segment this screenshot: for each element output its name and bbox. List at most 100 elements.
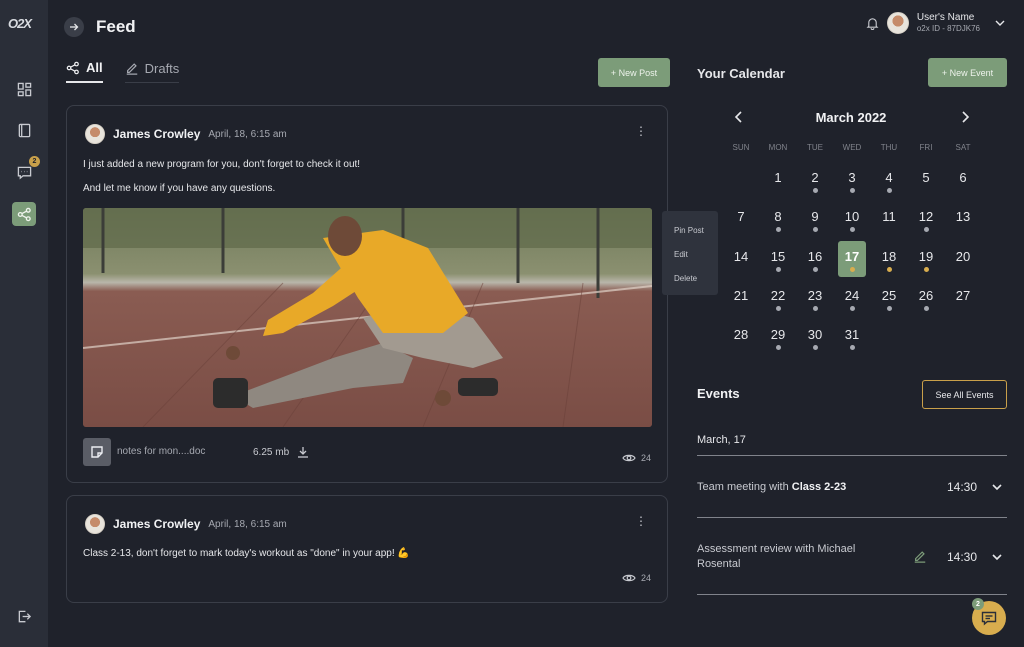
edit-event-icon[interactable] xyxy=(913,549,927,563)
bell-icon[interactable] xyxy=(866,17,879,30)
new-post-button[interactable]: + New Post xyxy=(598,58,670,87)
feed-tabs: All Drafts xyxy=(66,60,180,83)
document-icon[interactable] xyxy=(83,438,111,466)
calendar-day[interactable]: 18 xyxy=(872,243,906,277)
weekday-label: SUN xyxy=(732,143,750,152)
next-month-button[interactable] xyxy=(960,110,970,127)
event-item[interactable]: Team meeting with Class 2-23 14:30 xyxy=(697,480,1007,495)
calendar-day[interactable]: 26 xyxy=(909,282,943,316)
calendar-day[interactable]: 27 xyxy=(946,282,980,316)
calendar-day[interactable]: 28 xyxy=(724,321,758,355)
user-avatar[interactable] xyxy=(886,12,909,34)
pin-post-menu-item[interactable]: Pin Post xyxy=(662,219,718,243)
calendar-day[interactable]: 10 xyxy=(835,203,869,237)
event-dot xyxy=(849,306,855,311)
calendar-day[interactable]: 9 xyxy=(798,203,832,237)
tab-all[interactable]: All xyxy=(66,60,103,83)
calendar-day[interactable]: 29 xyxy=(761,321,795,355)
kebab-menu-icon[interactable]: ⋮ xyxy=(635,514,647,528)
calendar-day[interactable]: 3 xyxy=(835,164,869,198)
calendar-day[interactable]: 22 xyxy=(761,282,795,316)
calendar-day[interactable]: 30 xyxy=(798,321,832,355)
calendar-day[interactable]: 13 xyxy=(946,203,980,237)
calendar-day[interactable]: 6 xyxy=(946,164,980,198)
event-item[interactable]: Assessment review with Michael Rosental … xyxy=(697,542,1007,572)
logout-button[interactable] xyxy=(12,604,36,628)
dashboard-nav-button[interactable] xyxy=(12,77,36,101)
edit-menu-item[interactable]: Edit xyxy=(662,243,718,267)
author-avatar[interactable] xyxy=(85,514,105,534)
event-dot xyxy=(849,227,855,232)
author-avatar[interactable] xyxy=(85,124,105,144)
chevron-down-icon[interactable] xyxy=(994,17,1006,29)
post-header: James Crowley April, 18, 6:15 am xyxy=(85,514,287,534)
attachment-name[interactable]: notes for mon....doc xyxy=(117,446,205,457)
weekday-label: TUE xyxy=(807,143,823,152)
app-logo[interactable]: O2X xyxy=(8,16,40,36)
post-author[interactable]: James Crowley xyxy=(113,127,200,141)
calendar-day[interactable]: 31 xyxy=(835,321,869,355)
post-context-menu: Pin Post Edit Delete xyxy=(662,211,718,295)
calendar-day[interactable]: 5 xyxy=(909,164,943,198)
expand-sidebar-button[interactable] xyxy=(64,17,84,37)
new-event-button[interactable]: + New Event xyxy=(928,58,1007,87)
user-name: User's Name xyxy=(916,12,975,23)
event-dot xyxy=(775,345,781,350)
chat-icon xyxy=(981,611,997,626)
calendar-day[interactable]: 12 xyxy=(909,203,943,237)
calendar-day[interactable]: 25 xyxy=(872,282,906,316)
post-author[interactable]: James Crowley xyxy=(113,517,200,531)
calendar-day[interactable]: 1 xyxy=(761,164,795,198)
calendar-day[interactable]: 15 xyxy=(761,243,795,277)
post-text: Class 2-13, don't forget to mark today's… xyxy=(83,548,410,559)
athlete-stretching-photo xyxy=(83,208,652,427)
event-dot xyxy=(849,267,855,272)
chevron-left-icon xyxy=(734,111,742,123)
kebab-menu-icon[interactable]: ⋮ xyxy=(635,124,647,138)
views-count: 24 xyxy=(640,573,651,583)
calendar-month: March 2022 xyxy=(815,110,887,125)
calendar-day[interactable]: 20 xyxy=(946,243,980,277)
calendar-day[interactable]: 4 xyxy=(872,164,906,198)
calendar-day[interactable]: 8 xyxy=(761,203,795,237)
see-all-events-button[interactable]: See All Events xyxy=(922,380,1007,409)
user-menu[interactable]: User's Name o2x ID - 87DJK76 xyxy=(866,12,1006,34)
calendar-day[interactable]: 11 xyxy=(872,203,906,237)
calendar-day[interactable]: 21 xyxy=(724,282,758,316)
sidebar: O2X 2 xyxy=(0,0,48,647)
event-title-prefix: Team meeting with xyxy=(697,481,792,493)
event-dot xyxy=(775,267,781,272)
divider xyxy=(697,517,1007,518)
tab-drafts-label: Drafts xyxy=(144,60,180,76)
post-image[interactable] xyxy=(83,208,652,427)
calendar-day[interactable]: 7 xyxy=(724,203,758,237)
calendar-title: Your Calendar xyxy=(697,66,785,81)
download-icon[interactable] xyxy=(297,446,309,458)
chat-icon xyxy=(17,166,31,180)
tab-drafts[interactable]: Drafts xyxy=(124,60,180,83)
expand-event-button[interactable] xyxy=(991,551,1003,566)
calendar-day[interactable]: 23 xyxy=(798,282,832,316)
feed-nav-button[interactable] xyxy=(12,202,36,226)
calendar-day[interactable]: 19 xyxy=(909,243,943,277)
event-title-bold: Class 2-23 xyxy=(791,481,847,493)
delete-menu-item[interactable]: Delete xyxy=(662,267,718,291)
messages-nav-button[interactable]: 2 xyxy=(12,156,40,184)
calendar-day[interactable]: 17 xyxy=(838,241,866,277)
post-views: 24 xyxy=(622,453,651,463)
chevron-right-icon xyxy=(962,111,970,123)
prev-month-button[interactable] xyxy=(734,110,744,127)
event-dot xyxy=(812,188,818,193)
calendar-day[interactable]: 16 xyxy=(798,243,832,277)
calendar-day[interactable]: 24 xyxy=(835,282,869,316)
chevron-down-icon xyxy=(992,554,1002,561)
calendar-day[interactable]: 14 xyxy=(724,243,758,277)
event-dot xyxy=(812,345,818,350)
calendar-day[interactable]: 2 xyxy=(798,164,832,198)
programs-nav-button[interactable] xyxy=(12,118,36,142)
chat-fab-badge: 2 xyxy=(972,598,984,610)
share-icon xyxy=(66,61,79,74)
event-dot xyxy=(812,306,818,311)
expand-event-button[interactable] xyxy=(991,481,1003,496)
event-dot xyxy=(923,227,929,232)
